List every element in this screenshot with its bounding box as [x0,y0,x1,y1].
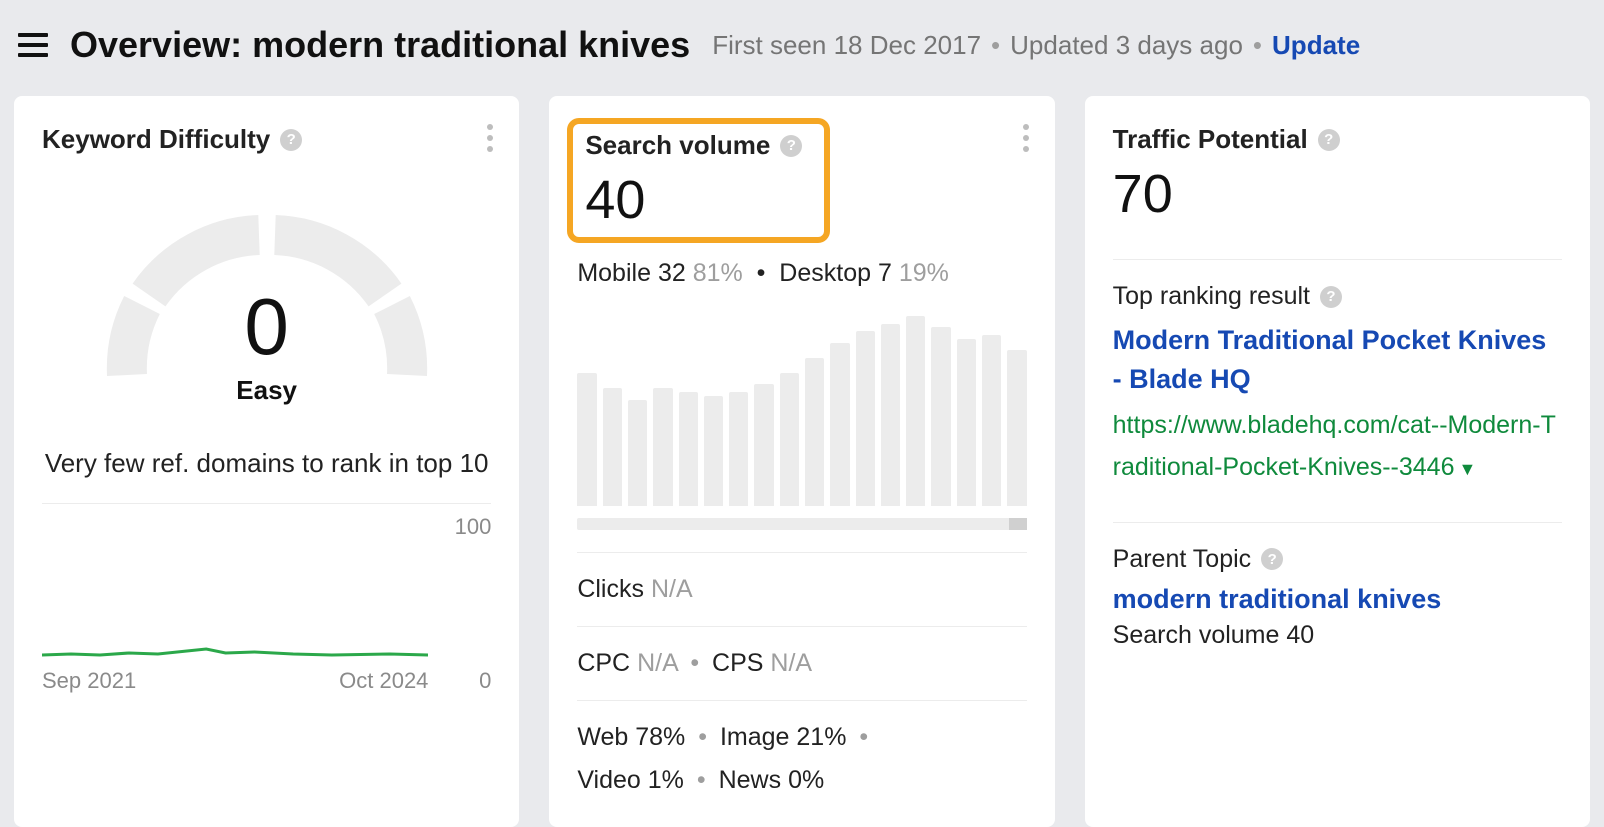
update-button[interactable]: Update [1272,30,1360,61]
kd-history-chart: 100 0 Sep 2021 Oct 2024 [42,514,491,694]
page-title: Overview: modern traditional knives [70,24,690,66]
help-icon[interactable]: ? [280,129,302,151]
cards-row: Keyword Difficulty ? 0 Easy Very few ref… [0,90,1604,827]
help-icon[interactable]: ? [1318,129,1340,151]
divider [1113,259,1562,260]
traffic-potential-card: Traffic Potential ? 70 Top ranking resul… [1085,96,1590,827]
kd-label: Easy [87,375,447,406]
parent-topic-label: Parent Topic ? [1113,545,1562,574]
kd-title: Keyword Difficulty [42,124,270,155]
keyword-difficulty-card: Keyword Difficulty ? 0 Easy Very few ref… [14,96,519,827]
caret-down-icon[interactable]: ▼ [1459,455,1477,485]
search-volume-highlight: Search volume ? 40 [567,118,830,243]
top-ranking-url[interactable]: https://www.bladehq.com/cat--Modern-Trad… [1113,405,1562,488]
search-volume-card: Search volume ? 40 Mobile 32 81% • Deskt… [549,96,1054,827]
divider [577,552,1026,553]
separator-dot: • [991,30,1000,61]
sv-value: 40 [585,169,802,231]
clicks-row: Clicks N/A [577,575,1026,604]
separator-dot: • [1253,30,1262,61]
kd-gauge: 0 Easy [87,185,447,405]
updated-label: Updated 3 days ago [1010,30,1243,61]
kd-value: 0 [87,281,447,373]
serp-features-row-1: Web 78% • Image 21% • [577,723,1026,752]
menu-icon[interactable] [18,33,48,57]
sv-title: Search volume [585,130,770,161]
serp-features-row-2: Video 1% • News 0% [577,766,1026,795]
header-meta: First seen 18 Dec 2017 • Updated 3 days … [712,30,1360,61]
divider [577,700,1026,701]
parent-topic-sv: Search volume 40 [1113,621,1562,650]
top-ranking-result-link[interactable]: Modern Traditional Pocket Knives - Blade… [1113,321,1562,399]
kd-description: Very few ref. domains to rank in top 10 [42,445,491,481]
sv-progress-bar [577,518,1026,530]
first-seen-label: First seen 18 Dec 2017 [712,30,981,61]
x-end-label: Oct 2024 [339,668,428,694]
help-icon[interactable]: ? [1320,286,1342,308]
parent-topic-link[interactable]: modern traditional knives [1113,584,1562,615]
y-max-label: 100 [455,514,492,540]
top-ranking-label: Top ranking result ? [1113,282,1562,311]
x-start-label: Sep 2021 [42,668,136,694]
kebab-menu-icon[interactable] [487,124,493,152]
tp-title: Traffic Potential [1113,124,1308,155]
kebab-menu-icon[interactable] [1023,124,1029,152]
y-min-label: 0 [479,668,491,694]
divider [1113,522,1562,523]
tp-value: 70 [1113,163,1562,225]
help-icon[interactable]: ? [780,135,802,157]
divider [577,626,1026,627]
sv-trend-chart [577,316,1026,506]
cpc-cps-row: CPC N/A • CPS N/A [577,649,1026,678]
divider [42,503,491,504]
page-header: Overview: modern traditional knives Firs… [0,0,1604,90]
platform-breakdown: Mobile 32 81% • Desktop 7 19% [577,259,1026,288]
help-icon[interactable]: ? [1261,548,1283,570]
